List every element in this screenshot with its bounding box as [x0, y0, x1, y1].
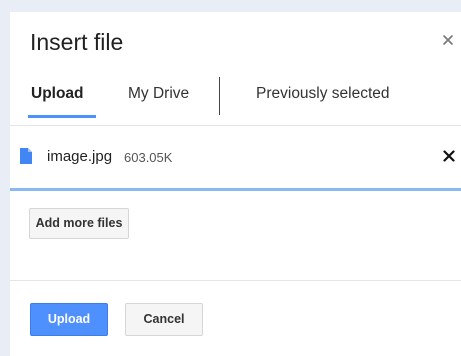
tab-upload[interactable]: Upload	[31, 85, 84, 103]
upload-button[interactable]: Upload	[30, 303, 108, 336]
file-list-item: image.jpg 603.05K	[10, 136, 461, 188]
add-more-files-button[interactable]: Add more files	[29, 208, 129, 239]
remove-file-icon[interactable]	[443, 150, 455, 162]
insert-file-dialog: Insert file Upload My Drive Previously s…	[10, 12, 461, 356]
close-icon[interactable]	[441, 33, 455, 47]
tab-my-drive[interactable]: My Drive	[128, 85, 189, 103]
document-icon	[20, 148, 32, 164]
active-tab-indicator	[28, 115, 96, 118]
tab-divider	[219, 77, 220, 115]
divider	[10, 280, 461, 281]
upload-progress-line	[10, 188, 461, 191]
divider	[10, 125, 461, 126]
cancel-button[interactable]: Cancel	[125, 303, 203, 336]
dialog-title: Insert file	[30, 29, 124, 55]
file-size: 603.05K	[124, 150, 173, 165]
tab-previously-selected[interactable]: Previously selected	[256, 85, 390, 103]
file-name: image.jpg	[47, 148, 113, 165]
